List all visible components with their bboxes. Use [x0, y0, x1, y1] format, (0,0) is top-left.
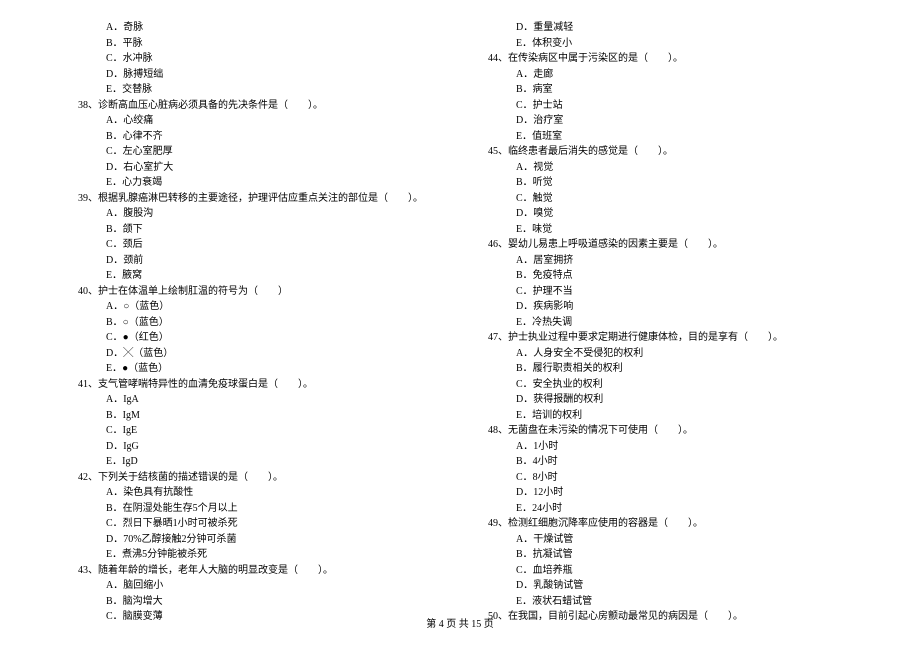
option-item: D．脉搏短绌: [70, 67, 440, 83]
option-item: A．人身安全不受侵犯的权利: [480, 346, 850, 362]
option-item: C．8小时­­: [480, 470, 850, 486]
option-item: B．脑沟增大: [70, 594, 440, 610]
option-item: B．听觉: [480, 175, 850, 191]
question-line: 44、在传染病区中属于污染区的是（ ）。: [480, 51, 850, 67]
option-item: E．IgD: [70, 454, 440, 470]
option-item: D．重量减轻: [480, 20, 850, 36]
option-item: D．获得报酬的权利: [480, 392, 850, 408]
option-item: B．颌下: [70, 222, 440, 238]
option-item: A．染色具有抗酸性: [70, 485, 440, 501]
option-item: C．触觉: [480, 191, 850, 207]
option-item: E．交替脉: [70, 82, 440, 98]
left-column: A．奇脉B．平脉C．水冲脉D．脉搏短绌E．交替脉38、诊断高血压心脏病必须具备的…: [70, 20, 460, 600]
option-item: E．味觉: [480, 222, 850, 238]
option-item: E．冷热失调: [480, 315, 850, 331]
option-item: E．培训的权利: [480, 408, 850, 424]
question-line: 45、临终患者最后消失的感觉是（ ）。: [480, 144, 850, 160]
option-item: D．嗅觉: [480, 206, 850, 222]
option-item: D．右心室扩大: [70, 160, 440, 176]
option-item: D．70%乙醇接触2分钟可杀菌: [70, 532, 440, 548]
option-item: D．疾病影响: [480, 299, 850, 315]
option-item: A．脑回缩小: [70, 578, 440, 594]
option-item: B．抗凝试管: [480, 547, 850, 563]
option-item: E．心力衰竭: [70, 175, 440, 191]
question-line: 42、下列关于结核菌的描述错误的是（ ）。: [70, 470, 440, 486]
option-item: A．○（蓝色）: [70, 299, 440, 315]
option-item: E．体积变小: [480, 36, 850, 52]
option-item: B．○（蓝色）: [70, 315, 440, 331]
option-item: D．颈前: [70, 253, 440, 269]
option-item: A．奇脉: [70, 20, 440, 36]
option-item: C．颈后: [70, 237, 440, 253]
question-line: 48、无菌盘在未污染的情况下可使用（ ）。: [480, 423, 850, 439]
option-item: C．左心室肥厚: [70, 144, 440, 160]
option-item: A．视觉: [480, 160, 850, 176]
option-item: C．护理不当: [480, 284, 850, 300]
option-item: D．IgG: [70, 439, 440, 455]
option-item: B．4小时: [480, 454, 850, 470]
option-item: E．24小时: [480, 501, 850, 517]
option-item: A．腹股沟: [70, 206, 440, 222]
option-item: B．在阴湿处能生存5个月以上: [70, 501, 440, 517]
option-item: B．免疫特点: [480, 268, 850, 284]
option-item: C．IgE: [70, 423, 440, 439]
question-line: 43、随着年龄的增长，老年人大脑的明显改变是（ ）。: [70, 563, 440, 579]
question-line: 47、护士执业过程中要求定期进行健康体检，目的是享有（ ）。: [480, 330, 850, 346]
page-number: 第 4 页 共 15 页: [426, 619, 494, 630]
question-line: 46、婴幼儿易患上呼吸道感染的因素主要是（ ）。: [480, 237, 850, 253]
option-item: B．心律不齐: [70, 129, 440, 145]
option-item: C．血培养瓶: [480, 563, 850, 579]
option-item: D．乳酸钠试管: [480, 578, 850, 594]
question-line: 39、根据乳腺癌淋巴转移的主要途径，护理评估应重点关注的部位是（ ）。: [70, 191, 440, 207]
option-item: B．IgM: [70, 408, 440, 424]
option-item: E．腋窝: [70, 268, 440, 284]
question-line: 38、诊断高血压心脏病必须具备的先决条件是（ ）。: [70, 98, 440, 114]
question-line: 49、检测红细胞沉降率应使用的容器是（ ）。: [480, 516, 850, 532]
option-item: E．煮沸5分钟能被杀死: [70, 547, 440, 563]
option-item: E．●（蓝色）: [70, 361, 440, 377]
option-item: E．值班室: [480, 129, 850, 145]
option-item: C．烈日下暴晒1小时可被杀死: [70, 516, 440, 532]
option-item: A．1小时: [480, 439, 850, 455]
question-line: 40、护士在体温单上绘制肛温的符号为（ ）: [70, 284, 440, 300]
option-item: B．平脉: [70, 36, 440, 52]
option-item: C．水冲脉: [70, 51, 440, 67]
option-item: C．●（红色）: [70, 330, 440, 346]
option-item: A．IgA: [70, 392, 440, 408]
option-item: D．╳（蓝色）: [70, 346, 440, 362]
option-item: C．脑膜变薄: [70, 609, 440, 625]
question-line: 41、支气管哮喘特异性的血清免疫球蛋白是（ ）。: [70, 377, 440, 393]
option-item: C．护士站: [480, 98, 850, 114]
option-item: B．履行职责相关的权利: [480, 361, 850, 377]
option-item: E．液状石蜡试管: [480, 594, 850, 610]
option-item: A．居室拥挤: [480, 253, 850, 269]
option-item: D．12小时: [480, 485, 850, 501]
option-item: C．安全执业的权利: [480, 377, 850, 393]
page-content: A．奇脉B．平脉C．水冲脉D．脉搏短绌E．交替脉38、诊断高血压心脏病必须具备的…: [0, 0, 920, 610]
option-item: A．心绞痛: [70, 113, 440, 129]
option-item: A．走廊: [480, 67, 850, 83]
option-item: D．治疗室: [480, 113, 850, 129]
option-item: B．病室: [480, 82, 850, 98]
right-column: D．重量减轻E．体积变小44、在传染病区中属于污染区的是（ ）。A．走廊B．病室…: [460, 20, 850, 600]
question-line: 50、在我国，目前引起心房颤动最常见的病因是（ ）。: [480, 609, 850, 625]
option-item: A．干燥试管: [480, 532, 850, 548]
